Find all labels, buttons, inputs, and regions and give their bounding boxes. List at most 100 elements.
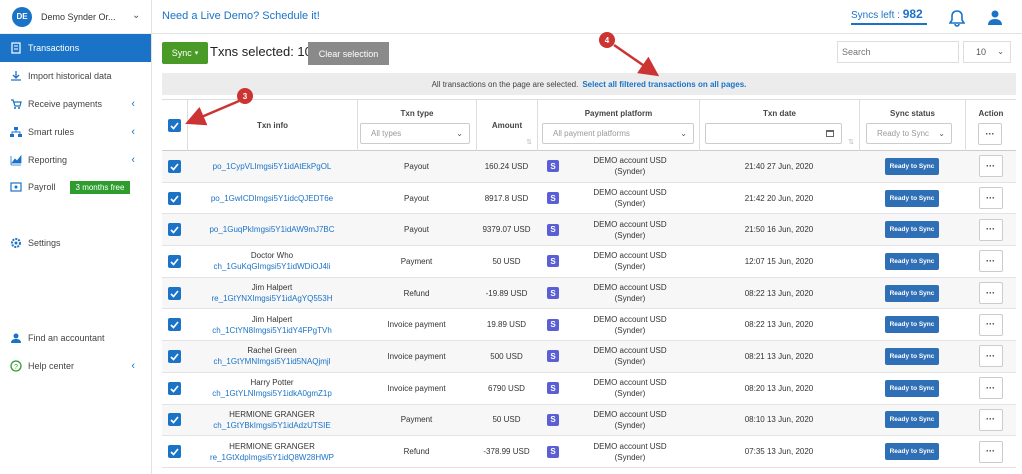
status-badge[interactable]: Ready to Sync xyxy=(884,252,940,270)
row-checkbox[interactable] xyxy=(168,254,181,268)
status-badge[interactable]: Ready to Sync xyxy=(884,284,940,302)
sidebar-item-smart-rules[interactable]: Smart rules ‹ xyxy=(0,118,151,146)
row-checkbox[interactable] xyxy=(168,191,181,205)
sidebar-item-reporting[interactable]: Reporting ‹ xyxy=(0,146,151,174)
sync-status-filter[interactable]: Ready to Sync ⌄ xyxy=(866,123,952,144)
txn-id-link[interactable]: po_1GwICDImgsi5Y1idcQJEDT6e xyxy=(211,193,333,204)
txn-date-cell: 12:07 15 Jun, 2020 xyxy=(744,256,814,266)
chevron-down-icon: ⌄ xyxy=(680,129,687,138)
table-row[interactable]: Doctor Who ch_1GuKqGImgsi5Y1idWDiOJ4li Pay… xyxy=(162,246,1016,278)
txn-type-filter[interactable]: All types ⌄ xyxy=(360,123,470,144)
toolbar: Sync ▾ Txns selected: 10 Clear selection … xyxy=(152,34,1022,70)
calendar-icon[interactable] xyxy=(825,128,835,140)
status-badge[interactable]: Ready to Sync xyxy=(884,411,940,429)
row-checkbox[interactable] xyxy=(168,286,181,300)
txn-date-cell: 21:40 27 Jun, 2020 xyxy=(744,161,814,171)
row-checkbox-cell xyxy=(162,373,187,404)
txn-id-link[interactable]: po_1GuqPkImgsi5Y1idAW9mJ7BC xyxy=(209,224,334,235)
sidebar-item-payroll[interactable]: Payroll 3 months free xyxy=(0,173,151,201)
platform-name: DEMO account USD xyxy=(593,409,667,419)
txn-id-link[interactable]: ch_1GtYBkImgsi5Y1idAdzUTSIE xyxy=(213,420,330,431)
status-badge[interactable]: Ready to Sync xyxy=(884,157,940,175)
row-checkbox[interactable] xyxy=(168,445,181,459)
row-action-button[interactable]: ··· xyxy=(978,440,1003,463)
row-action-button[interactable]: ··· xyxy=(978,155,1003,178)
sync-button-label: Sync xyxy=(171,48,192,58)
sync-status-cell: Ready to Sync xyxy=(859,405,965,436)
sidebar-item-help-center[interactable]: ? Help center ‹ xyxy=(0,352,151,380)
per-page-select[interactable]: 10 ⌄ xyxy=(963,41,1011,63)
txn-id-link[interactable]: ch_1GtYMNImgsi5Y1id5NAQjmjl xyxy=(214,356,331,367)
platform-filter[interactable]: All payment platforms ⌄ xyxy=(542,123,694,144)
sync-button[interactable]: Sync ▾ xyxy=(162,42,208,64)
select-all-checkbox[interactable] xyxy=(168,119,181,132)
txn-date-cell: 07:35 13 Jun, 2020 xyxy=(744,447,814,457)
table-row[interactable]: po_1GuqPkImgsi5Y1idAW9mJ7BC Payout 9379.07… xyxy=(162,214,1016,247)
row-checkbox[interactable] xyxy=(168,349,181,363)
clear-selection-button[interactable]: Clear selection xyxy=(308,42,389,65)
row-action-button[interactable]: ··· xyxy=(978,408,1003,431)
txn-id-link[interactable]: ch_1CtYN8Imgsi5Y1idY4FPgTVh xyxy=(212,325,332,336)
sidebar-item-import[interactable]: Import historical data xyxy=(0,62,151,90)
table-row[interactable]: Jim Halpert ch_1CtYN8Imgsi5Y1idY4FPgTVh In… xyxy=(162,309,1016,342)
txn-id-link[interactable]: ch_1GuKqGImgsi5Y1idWDiOJ4li xyxy=(214,261,331,272)
status-badge[interactable]: Ready to Sync xyxy=(884,316,940,334)
row-action-button[interactable]: ··· xyxy=(978,250,1003,273)
sort-icon[interactable]: ⇅ xyxy=(848,138,854,146)
txn-info-cell: HERMIONE GRANGER re_1GtXdpImgsi5Y1idQ8W28… xyxy=(187,436,357,467)
status-badge[interactable]: Ready to Sync xyxy=(884,221,940,239)
table-row[interactable]: Harry Potter ch_1GtYLNImgsi5Y1idkA0gmZ1p I… xyxy=(162,373,1016,405)
txn-id-link[interactable]: ch_1GtYLNImgsi5Y1idkA0gmZ1p xyxy=(212,388,332,399)
platform-name: DEMO account USD xyxy=(593,188,667,198)
table-row[interactable]: po_1GwICDImgsi5Y1idcQJEDT6e Payout 8917.8 … xyxy=(162,183,1016,215)
sidebar-item-settings[interactable]: Settings xyxy=(0,229,151,257)
row-checkbox[interactable] xyxy=(168,381,181,395)
row-action-button[interactable]: ··· xyxy=(978,187,1003,210)
sidebar-item-receive-payments[interactable]: Receive payments ‹ xyxy=(0,90,151,118)
status-badge[interactable]: Ready to Sync xyxy=(884,379,940,397)
txn-id-link[interactable]: re_1GtYNXImgsi5Y1idAgYQ553H xyxy=(212,293,333,304)
row-checkbox[interactable] xyxy=(168,159,181,173)
platform-name: DEMO account USD xyxy=(593,346,667,356)
status-badge[interactable]: Ready to Sync xyxy=(884,189,940,207)
bell-icon[interactable] xyxy=(948,9,966,32)
txn-id-link[interactable]: re_1GtXdpImgsi5Y1idQ8W28HWP xyxy=(210,452,334,463)
bulk-action-button[interactable]: ··· xyxy=(978,123,1002,145)
row-action-button[interactable]: ··· xyxy=(978,377,1003,400)
platform-provider: (Synder) xyxy=(614,294,646,304)
table-row[interactable]: Rachel Green ch_1GtYMNImgsi5Y1id5NAQjmjl I… xyxy=(162,341,1016,373)
header-amount[interactable]: Amount ⇅ xyxy=(476,100,537,152)
select-all-filtered-link[interactable]: Select all filtered transactions on all … xyxy=(582,80,746,89)
txn-info-cell: Doctor Who ch_1GuKqGImgsi5Y1idWDiOJ4li xyxy=(187,246,357,277)
schedule-demo-link[interactable]: Need a Live Demo? Schedule it! xyxy=(162,10,320,22)
row-action-button[interactable]: ··· xyxy=(978,345,1003,368)
row-action-button[interactable]: ··· xyxy=(978,313,1003,336)
table-row[interactable]: po_1CypVLImgsi5Y1idAtEkPgOL Payout 160.24 … xyxy=(162,151,1016,183)
row-action-button[interactable]: ··· xyxy=(978,282,1003,305)
table-row[interactable]: HERMIONE GRANGER re_1GtXdpImgsi5Y1idQ8W28… xyxy=(162,436,1016,468)
row-checkbox[interactable] xyxy=(168,223,181,237)
txn-type-cell: Invoice payment xyxy=(387,351,446,361)
date-filter[interactable] xyxy=(705,123,842,144)
row-action-button[interactable]: ··· xyxy=(978,218,1003,241)
txn-id-link[interactable]: po_1CypVLImgsi5Y1idAtEkPgOL xyxy=(213,161,332,172)
status-badge[interactable]: Ready to Sync xyxy=(884,443,940,461)
row-checkbox[interactable] xyxy=(168,318,181,332)
search-input[interactable] xyxy=(837,41,959,63)
sync-status-cell: Ready to Sync xyxy=(859,183,965,214)
table-row[interactable]: HERMIONE GRANGER ch_1GtYBkImgsi5Y1idAdzUT… xyxy=(162,404,1016,437)
user-icon[interactable] xyxy=(988,9,1002,30)
sidebar-item-transactions[interactable]: Transactions xyxy=(0,34,151,62)
synder-icon: S xyxy=(547,255,559,268)
row-checkbox[interactable] xyxy=(168,413,181,427)
sidebar-item-label: Help center xyxy=(28,361,75,371)
sync-status-cell: Ready to Sync xyxy=(859,341,965,372)
sidebar-item-find-accountant[interactable]: Find an accountant xyxy=(0,324,151,352)
org-switcher[interactable]: DE Demo Synder Or... ⌄ xyxy=(0,0,151,34)
sort-icon[interactable]: ⇅ xyxy=(526,138,532,146)
status-badge[interactable]: Ready to Sync xyxy=(884,347,940,365)
txn-info-cell: HERMIONE GRANGER ch_1GtYBkImgsi5Y1idAdzUT… xyxy=(187,405,357,436)
action-cell: ··· xyxy=(965,246,1016,277)
table-row[interactable]: Jim Halpert re_1GtYNXImgsi5Y1idAgYQ553H Re… xyxy=(162,277,1016,310)
syncs-underline xyxy=(851,23,927,25)
